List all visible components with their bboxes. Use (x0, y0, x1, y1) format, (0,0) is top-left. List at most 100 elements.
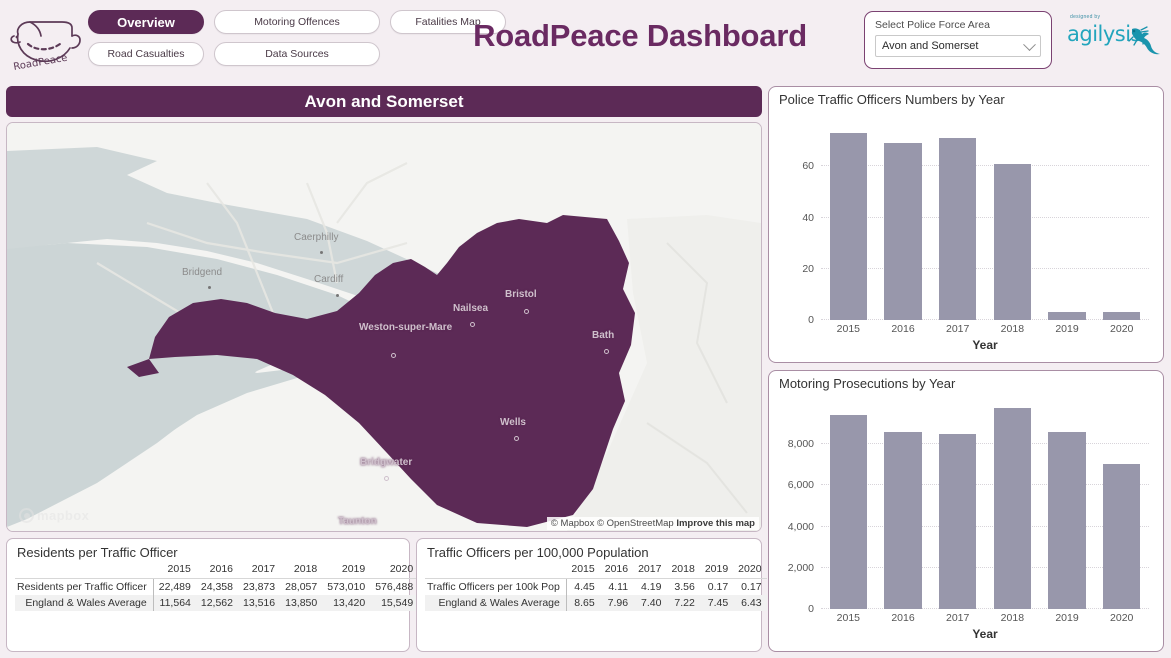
table-col-header: 2018 (280, 562, 323, 579)
chart-x-tick-label: 2016 (891, 323, 915, 335)
roadpeace-logo: RoadPeace (6, 6, 86, 74)
chart-y-tick-label: 6,000 (787, 479, 814, 492)
chart-bar[interactable] (1103, 463, 1141, 609)
region-map[interactable]: Bristol Nailsea Bath Weston-super-Mare Wells… (6, 122, 762, 532)
table-row: Traffic Officers per 100k Pop 4.45 4.11 … (425, 578, 767, 595)
table-row-label: England & Wales Average (15, 595, 154, 611)
residents-per-officer-table-card: Residents per Traffic Officer 2015 2016 … (6, 538, 419, 652)
table-col-header: 2015 (153, 562, 196, 579)
table-cell: 7.45 (699, 595, 734, 611)
table-cell: 22,489 (158, 581, 191, 593)
table-col-header: 2020 (733, 562, 767, 579)
chart-bar-slot (930, 115, 985, 320)
table-row-label: Residents per Traffic Officer (15, 578, 154, 595)
chart-x-tick-label: 2018 (1000, 323, 1025, 335)
mapbox-logo[interactable]: mapbox (19, 508, 89, 523)
table-col-header: 2019 (699, 562, 734, 579)
svg-text:RoadPeace: RoadPeace (13, 53, 69, 73)
chart-bar[interactable] (939, 434, 977, 609)
table-title: Traffic Officers per 100,000 Population (427, 545, 649, 560)
table-corner-cell (15, 562, 154, 579)
table-cell: 11,564 (153, 595, 196, 611)
chart-bar[interactable] (829, 415, 867, 609)
chart-title: Police Traffic Officers Numbers by Year (779, 92, 1005, 107)
chart-plot-area: 0 2,000 4,000 6,000 8,000 (788, 399, 1149, 615)
improve-this-map-link[interactable]: Improve this map (676, 518, 755, 529)
table-cell: 13,420 (322, 595, 371, 611)
table-cell: 13,850 (280, 595, 323, 611)
chart-bar-slot (876, 115, 931, 320)
map-canvas (7, 123, 761, 531)
chart-bars (821, 115, 1149, 320)
table-col-header: 2020 (370, 562, 419, 579)
chart-bar[interactable] (939, 138, 977, 320)
chart-y-tick-label: 0 (808, 603, 814, 615)
tab-road-casualties[interactable]: Road Casualties (88, 42, 204, 66)
chart-x-tick-label: 2019 (1055, 323, 1079, 335)
officers-per-100k-table-card: Traffic Officers per 100,000 Population … (416, 538, 767, 652)
tab-motoring-offences[interactable]: Motoring Offences (214, 10, 380, 34)
chart-x-tick-label: 2018 (1000, 612, 1025, 624)
chart-bar[interactable] (884, 431, 922, 609)
chart-bar[interactable] (829, 132, 867, 320)
chevron-down-icon (1023, 38, 1036, 52)
table-col-header: 2017 (633, 562, 667, 579)
table-col-header: 2016 (195, 562, 238, 579)
table-header-row: 2015 2016 2017 2018 2019 2020 (425, 562, 767, 579)
chart-bar[interactable] (1048, 312, 1086, 320)
chart-bar-slot (985, 115, 1040, 320)
chart-bar[interactable] (993, 408, 1031, 609)
chart-y-tick-label: 4,000 (787, 520, 814, 533)
chart-y-tick-label: 60 (802, 160, 814, 173)
table-cell: 0.17 (707, 581, 729, 593)
map-city-dot (384, 476, 389, 481)
chart-title: Motoring Prosecutions by Year (779, 376, 956, 391)
table-cell: 4.19 (641, 581, 662, 593)
table-cell: 0.17 (741, 581, 762, 593)
chart-x-axis-title: Year (972, 338, 998, 352)
table-col-header: 2016 (599, 562, 634, 579)
chart-bar-slot (1094, 399, 1149, 609)
chart-x-tick-label: 2015 (836, 612, 861, 624)
chart-bar[interactable] (1103, 312, 1141, 320)
table-cell: 7.40 (633, 595, 667, 611)
table-cell: 6.43 (733, 595, 767, 611)
map-city-dot (320, 251, 323, 254)
chart-plot-area: 0 20 40 60 (802, 115, 1149, 326)
agilysis-designed-by-text: designed by (1070, 14, 1101, 20)
chart-x-tick-label: 2016 (891, 612, 915, 624)
chart-bar-slot (930, 399, 985, 609)
chart-bars (821, 399, 1149, 609)
table-cell: 13,516 (238, 595, 281, 611)
table-cell: 15,549 (370, 595, 419, 611)
chart-x-tick-label: 2020 (1110, 323, 1134, 335)
police-force-area-dropdown[interactable]: Avon and Somerset (875, 35, 1041, 57)
tab-overview[interactable]: Overview (88, 10, 204, 34)
police-force-area-value: Avon and Somerset (882, 40, 979, 52)
lizard-icon (1128, 26, 1160, 55)
chart-x-tick-label: 2017 (946, 612, 970, 624)
chart-bar[interactable] (884, 143, 922, 320)
chart-y-tick-label: 0 (808, 314, 814, 326)
chart-x-tick-labels: 2015 2016 2017 2018 2019 2020 (821, 323, 1149, 335)
table-title: Residents per Traffic Officer (17, 545, 178, 560)
police-force-area-label: Select Police Force Area (875, 19, 990, 31)
chart-bar[interactable] (1048, 431, 1086, 609)
table-cell: 12,562 (195, 595, 238, 611)
chart-x-tick-label: 2019 (1055, 612, 1079, 624)
table-cell: 576,488 (375, 581, 414, 593)
table-cell: 3.56 (674, 581, 695, 593)
table-cell: 4.11 (608, 581, 629, 593)
chart-y-tick-label: 40 (802, 211, 814, 224)
chart-bar[interactable] (993, 163, 1031, 320)
tab-data-sources[interactable]: Data Sources (214, 42, 380, 66)
map-attribution-text: © Mapbox © OpenStreetMap (550, 518, 674, 529)
table-row-label: England & Wales Average (425, 595, 567, 611)
officers-per-100k-table: 2015 2016 2017 2018 2019 2020 Traffic Of… (425, 562, 767, 611)
table-corner-cell (425, 562, 567, 579)
police-force-area-selector: Select Police Force Area Avon and Somers… (864, 11, 1052, 69)
chart-bar-slot (821, 399, 876, 609)
table-cell: 23,873 (243, 581, 276, 593)
chart-bar-slot (1094, 115, 1149, 320)
table-cell: 7.22 (666, 595, 700, 611)
